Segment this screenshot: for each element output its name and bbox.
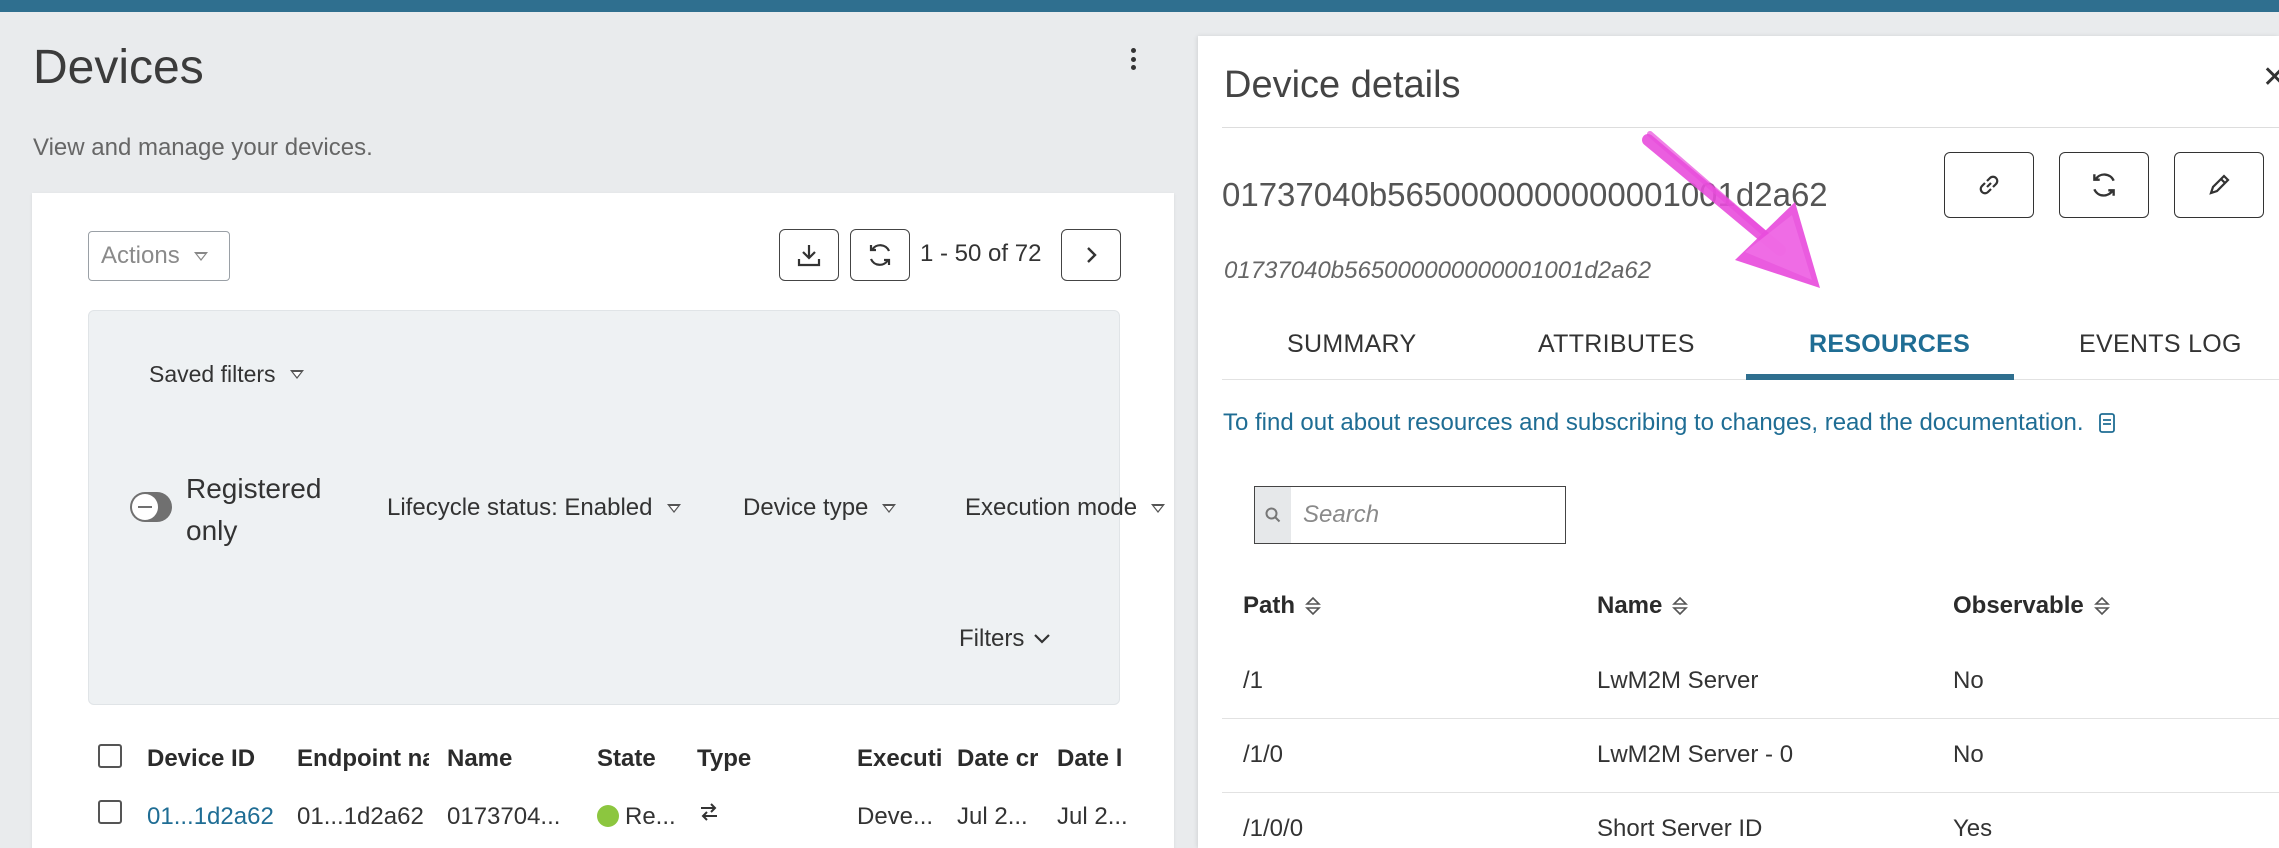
row-type — [697, 800, 737, 831]
chevron-down-icon — [289, 370, 304, 379]
column-header-endpoint[interactable]: Endpoint na — [297, 745, 429, 773]
column-header-name-label: Name — [1597, 592, 1663, 619]
chevron-down-icon — [193, 251, 208, 261]
row-date-created: Jul 2... — [957, 803, 1028, 830]
chevron-down-icon — [1034, 634, 1051, 644]
resource-observable: No — [1953, 667, 1984, 694]
resource-search[interactable] — [1254, 486, 1566, 544]
actions-label: Actions — [101, 242, 180, 269]
registered-only-toggle[interactable] — [130, 492, 172, 522]
row-execution: Deve... — [857, 803, 934, 830]
execution-mode-dropdown[interactable]: Execution mode — [965, 494, 1166, 522]
document-icon — [2098, 413, 2115, 433]
resource-name: LwM2M Server — [1597, 667, 1759, 694]
row-state-label: Re... — [625, 803, 676, 830]
lifecycle-status-label: Lifecycle status: Enabled — [387, 494, 653, 521]
page-subtitle: View and manage your devices. — [33, 134, 373, 161]
refresh-icon — [869, 244, 891, 266]
search-input[interactable] — [1291, 501, 1561, 529]
column-header-path-label: Path — [1243, 592, 1296, 619]
pencil-icon — [2209, 174, 2230, 195]
chevron-right-icon — [1087, 247, 1097, 263]
column-header-type[interactable]: Type — [697, 745, 797, 773]
resource-path-link[interactable]: /1/0/0 — [1243, 815, 1303, 843]
tab-resources[interactable]: RESOURCES — [1809, 330, 1970, 359]
link-icon — [1979, 175, 1999, 195]
column-header-resource-name[interactable]: Name — [1597, 592, 1689, 620]
download-button[interactable] — [779, 229, 839, 281]
column-header-date-last[interactable]: Date l — [1057, 745, 1123, 773]
filters-toggle[interactable]: Filters — [959, 625, 1052, 653]
resource-path-link[interactable]: /1/0 — [1243, 741, 1283, 769]
sort-icon — [1305, 596, 1321, 616]
close-icon[interactable]: ✕ — [2262, 60, 2279, 95]
row-device-id-link[interactable]: 01...1d2a62 — [147, 803, 287, 831]
column-header-path[interactable]: Path — [1243, 592, 1321, 620]
resource-name: Short Server ID — [1597, 815, 1763, 842]
table-row[interactable]: /1 LwM2M Server No — [1222, 645, 2279, 719]
refresh-button[interactable] — [850, 229, 910, 281]
chevron-down-icon — [1151, 503, 1166, 513]
row-date-last: Jul 2... — [1057, 803, 1127, 830]
row-endpoint: 01...1d2a62 — [297, 803, 424, 830]
state-registered-dot — [597, 805, 619, 827]
table-row[interactable]: /1/0/0 Short Server ID Yes — [1222, 793, 2279, 848]
lifecycle-status-dropdown[interactable]: Lifecycle status: Enabled — [387, 494, 681, 522]
active-tab-indicator — [1746, 374, 2014, 380]
row-checkbox[interactable] — [98, 800, 122, 824]
sort-icon — [2093, 596, 2110, 616]
registered-only-label: Registered only — [186, 473, 322, 546]
search-icon — [1255, 487, 1291, 543]
execution-mode-label: Execution mode — [965, 494, 1138, 521]
column-header-observable[interactable]: Observable — [1953, 592, 2110, 620]
sort-icon — [1672, 596, 1689, 616]
top-bar — [0, 0, 2279, 12]
device-id-subheading: 01737040b565000000000001001d2a62 — [1224, 257, 1652, 284]
documentation-link[interactable]: To find out about resources and subscrib… — [1223, 409, 2116, 437]
resource-name: LwM2M Server - 0 — [1597, 741, 1794, 768]
column-header-state[interactable]: State — [597, 745, 677, 773]
next-page-button[interactable] — [1061, 229, 1121, 281]
pagination-text: 1 - 50 of 72 — [920, 240, 1042, 267]
table-row[interactable]: /1/0 LwM2M Server - 0 No — [1222, 719, 2279, 793]
column-header-execution[interactable]: Executi — [857, 745, 945, 773]
tab-attributes[interactable]: ATTRIBUTES — [1538, 330, 1695, 359]
select-all-checkbox[interactable] — [98, 744, 122, 768]
device-id-heading: 01737040b5650000000000001001d2a62 — [1222, 176, 1828, 213]
resource-path-link[interactable]: /1 — [1243, 667, 1263, 695]
documentation-link-text: To find out about resources and subscrib… — [1223, 409, 2084, 436]
resource-observable: No — [1953, 741, 1984, 768]
resource-observable: Yes — [1953, 815, 1993, 842]
row-name: 0173704... — [447, 803, 561, 830]
tab-summary[interactable]: SUMMARY — [1287, 330, 1416, 359]
column-header-date-created[interactable]: Date cr — [957, 745, 1047, 773]
tab-events-log[interactable]: EVENTS LOG — [2079, 330, 2242, 359]
device-type-dropdown[interactable]: Device type — [743, 494, 897, 522]
panel-title: Device details — [1224, 64, 1461, 106]
refresh-device-button[interactable] — [2059, 152, 2149, 218]
saved-filters-dropdown[interactable]: Saved filters — [149, 361, 304, 388]
saved-filters-label: Saved filters — [149, 361, 276, 387]
row-state: Re... — [597, 803, 687, 831]
device-type-label: Device type — [743, 494, 869, 521]
transfer-arrows-icon — [701, 803, 717, 821]
divider — [1222, 127, 2279, 128]
chevron-down-icon — [666, 503, 681, 513]
edit-device-button[interactable] — [2174, 152, 2264, 218]
download-icon — [797, 245, 821, 267]
chevron-down-icon — [882, 503, 897, 513]
actions-dropdown[interactable]: Actions — [88, 231, 230, 281]
column-header-device-id[interactable]: Device ID — [147, 745, 287, 773]
page-title: Devices — [33, 41, 204, 94]
copy-link-button[interactable] — [1944, 152, 2034, 218]
refresh-icon — [2093, 173, 2115, 197]
filters-label: Filters — [959, 625, 1025, 652]
column-header-observable-label: Observable — [1953, 592, 2084, 619]
column-header-name[interactable]: Name — [447, 745, 577, 773]
more-options-icon[interactable] — [1120, 44, 1146, 74]
